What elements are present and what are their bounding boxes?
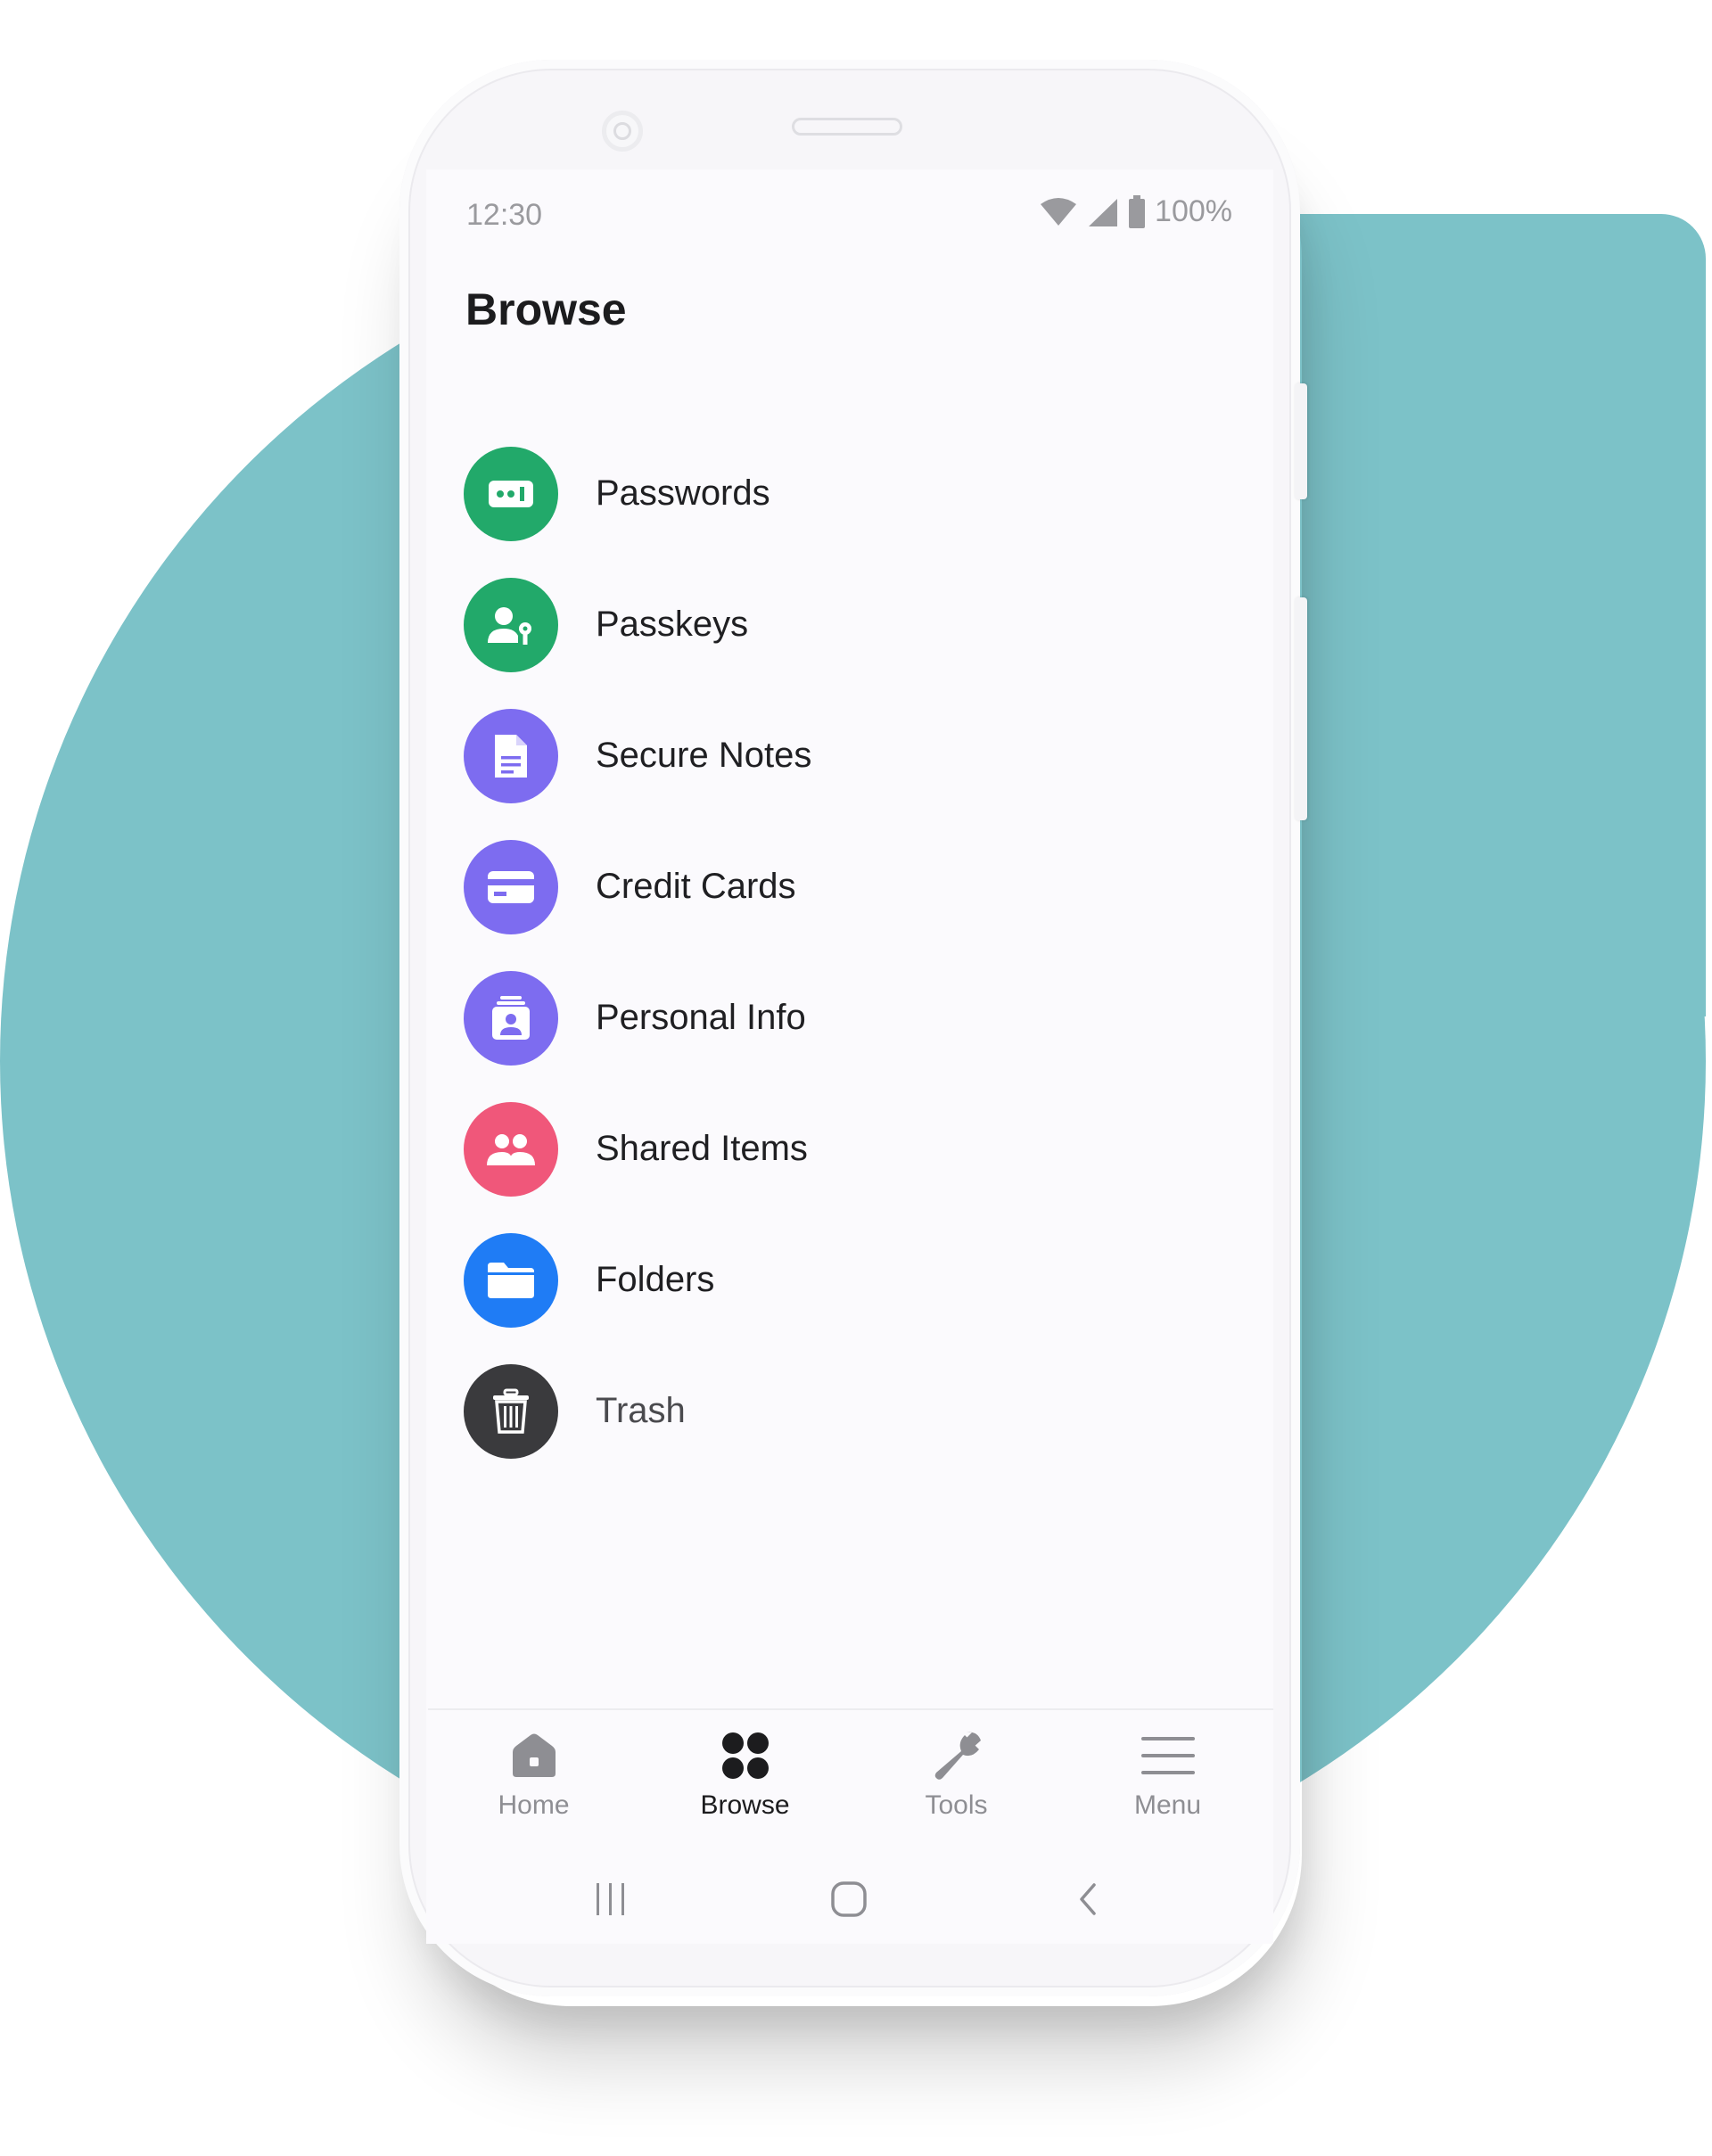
wrench-icon: [931, 1728, 983, 1783]
page-title: Browse: [465, 284, 627, 334]
list-item-label: Folders: [596, 1260, 715, 1299]
folder-icon: [464, 1232, 558, 1328]
home-system-button[interactable]: [822, 1872, 876, 1926]
nav-tools[interactable]: Tools: [851, 1721, 1062, 1837]
note-icon: [464, 708, 558, 803]
hamburger-menu-icon: [1140, 1728, 1195, 1783]
list-item-passwords[interactable]: Passwords: [464, 428, 1248, 559]
list-item-label: Passkeys: [596, 605, 749, 644]
nav-label: Browse: [700, 1790, 790, 1820]
browse-grid-icon: [720, 1728, 770, 1783]
recent-apps-button[interactable]: [584, 1872, 638, 1926]
shared-users-icon: [464, 1101, 558, 1197]
front-camera: [602, 111, 643, 152]
list-item-shared-items[interactable]: Shared Items: [464, 1083, 1248, 1214]
back-chevron-icon: [1080, 1883, 1096, 1915]
list-item-label: Shared Items: [596, 1129, 808, 1168]
password-icon: [464, 446, 558, 541]
home-icon: [509, 1728, 559, 1783]
list-item-label: Trash: [596, 1391, 686, 1430]
system-navigation: [428, 1872, 1273, 1944]
passkey-icon: [464, 577, 558, 672]
status-indicators: 100%: [1039, 194, 1232, 229]
nav-label: Menu: [1133, 1790, 1202, 1820]
nav-browse[interactable]: Browse: [639, 1721, 851, 1837]
earpiece-speaker: [792, 118, 902, 136]
nav-label: Home: [498, 1790, 570, 1820]
phone-volume-button: [1295, 383, 1307, 499]
list-item-credit-cards[interactable]: Credit Cards: [464, 821, 1248, 952]
bottom-nav: Home Browse Tools Menu: [428, 1721, 1273, 1837]
nav-label: Tools: [925, 1790, 988, 1820]
battery-percentage: 100%: [1155, 194, 1232, 228]
credit-card-icon: [464, 839, 558, 934]
personal-info-icon: [464, 970, 558, 1066]
list-item-secure-notes[interactable]: Secure Notes: [464, 690, 1248, 821]
bottom-nav-divider: [428, 1708, 1273, 1710]
nav-home[interactable]: Home: [428, 1721, 639, 1837]
cell-signal-icon: [1087, 197, 1119, 227]
back-button[interactable]: [1061, 1872, 1115, 1926]
home-circle-icon: [831, 1881, 867, 1917]
list-item-passkeys[interactable]: Passkeys: [464, 559, 1248, 690]
recent-apps-icon: [597, 1883, 624, 1915]
list-item-trash[interactable]: Trash: [464, 1345, 1248, 1477]
nav-menu[interactable]: Menu: [1062, 1721, 1273, 1837]
list-item-folders[interactable]: Folders: [464, 1214, 1248, 1345]
list-item-label: Secure Notes: [596, 736, 812, 775]
status-time: 12:30: [466, 198, 543, 232]
wifi-icon: [1039, 197, 1078, 227]
browse-list: Passwords Passkeys Secure Notes Credit C…: [464, 428, 1248, 1477]
list-item-label: Personal Info: [596, 998, 806, 1037]
list-item-label: Credit Cards: [596, 867, 796, 906]
trash-icon: [464, 1363, 558, 1459]
battery-icon: [1128, 194, 1146, 229]
phone-power-button: [1295, 597, 1307, 820]
list-item-personal-info[interactable]: Personal Info: [464, 952, 1248, 1083]
stage: 12:30 100% Browse Passwords Passkeys Sec…: [0, 0, 1712, 2156]
list-item-label: Passwords: [596, 473, 770, 513]
